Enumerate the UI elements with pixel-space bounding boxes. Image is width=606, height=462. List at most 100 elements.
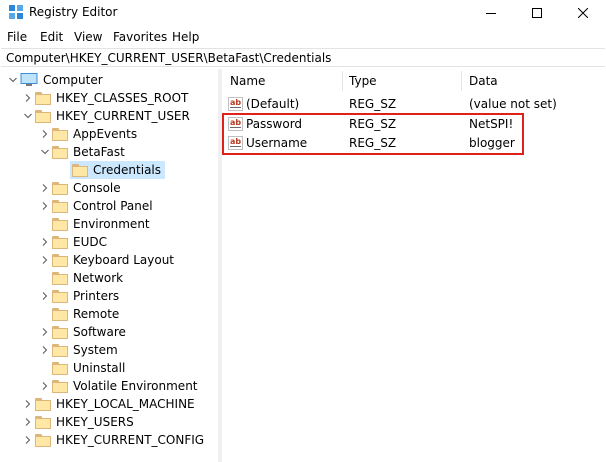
menu-file[interactable]: File (7, 30, 27, 44)
column-divider[interactable] (461, 71, 462, 91)
tree-node-printers[interactable]: Printers (38, 287, 119, 305)
folder-icon (52, 217, 68, 231)
maximize-button[interactable] (514, 0, 560, 26)
value-type: REG_SZ (349, 136, 397, 150)
menu-favorites[interactable]: Favorites (113, 30, 167, 44)
tree-node-hkey-current-user[interactable]: HKEY_CURRENT_USER (21, 107, 190, 125)
chevron-down-icon[interactable] (6, 71, 20, 89)
title-bar: Registry Editor (0, 0, 606, 26)
chevron-right-icon[interactable] (38, 287, 52, 305)
tree-label: Software (73, 325, 126, 339)
column-header-type[interactable]: Type (349, 69, 461, 93)
chevron-right-icon[interactable] (38, 179, 52, 197)
folder-icon (52, 199, 68, 213)
tree-node-console[interactable]: Console (38, 179, 121, 197)
chevron-right-icon[interactable] (38, 251, 52, 269)
menu-bar: File Edit View Favorites Help (0, 27, 606, 47)
folder-icon (35, 415, 51, 429)
value-row-default[interactable]: ab (Default) REG_SZ (value not set) (222, 95, 606, 113)
tree-node-uninstall[interactable]: Uninstall (38, 359, 125, 377)
folder-icon (52, 253, 68, 267)
tree-node-hkey-classes-root[interactable]: HKEY_CLASSES_ROOT (21, 89, 188, 107)
string-value-icon: ab (228, 117, 243, 131)
tree-label: Computer (43, 73, 103, 87)
registry-editor-icon (9, 5, 23, 19)
tree-node-hkey-users[interactable]: HKEY_USERS (21, 413, 134, 431)
tree-label: Console (73, 181, 121, 195)
value-row-username[interactable]: ab Username REG_SZ blogger (222, 134, 606, 152)
value-type: REG_SZ (349, 97, 397, 111)
column-divider[interactable] (342, 71, 343, 91)
tree-node-network[interactable]: Network (38, 269, 123, 287)
folder-icon (72, 163, 88, 177)
tree-node-appevents[interactable]: AppEvents (38, 125, 137, 143)
column-header-name[interactable]: Name (230, 69, 342, 93)
tree-label: Volatile Environment (73, 379, 198, 393)
chevron-right-icon[interactable] (38, 323, 52, 341)
column-header-data[interactable]: Data (469, 69, 599, 93)
maximize-icon (532, 8, 542, 18)
chevron-right-icon[interactable] (21, 431, 35, 449)
tree-label: EUDC (73, 235, 107, 249)
chevron-right-icon[interactable] (38, 341, 52, 359)
tree-node-volatile-environment[interactable]: Volatile Environment (38, 377, 198, 395)
values-list[interactable]: Name Type Data ab (Default) REG_SZ (valu… (222, 69, 606, 462)
tree-label: HKEY_LOCAL_MACHINE (56, 397, 195, 411)
tree-label: Remote (73, 307, 120, 321)
tree-label: Keyboard Layout (73, 253, 175, 267)
string-value-icon: ab (228, 97, 243, 111)
close-button[interactable] (560, 0, 606, 26)
folder-icon (35, 397, 51, 411)
tree-label: System (73, 343, 118, 357)
chevron-down-icon[interactable] (21, 107, 35, 125)
chevron-right-icon[interactable] (21, 413, 35, 431)
close-icon (578, 8, 588, 18)
address-bar[interactable]: Computer\HKEY_CURRENT_USER\BetaFast\Cred… (1, 48, 605, 67)
tree-node-remote[interactable]: Remote (38, 305, 119, 323)
value-name: Password (246, 117, 303, 131)
folder-icon (35, 109, 51, 123)
menu-edit[interactable]: Edit (40, 30, 63, 44)
menu-view[interactable]: View (74, 30, 102, 44)
tree-node-system[interactable]: System (38, 341, 118, 359)
menu-help[interactable]: Help (172, 30, 199, 44)
tree-label: Network (73, 271, 124, 285)
value-data: blogger (469, 136, 515, 150)
folder-icon (52, 235, 68, 249)
tree-node-hkey-local-machine[interactable]: HKEY_LOCAL_MACHINE (21, 395, 195, 413)
tree-node-keyboard-layout[interactable]: Keyboard Layout (38, 251, 174, 269)
chevron-right-icon[interactable] (38, 377, 52, 395)
tree-node-eudc[interactable]: EUDC (38, 233, 107, 251)
tree-node-hkey-current-config[interactable]: HKEY_CURRENT_CONFIG (21, 431, 204, 449)
chevron-right-icon[interactable] (38, 197, 52, 215)
value-data: NetSPI! (469, 117, 514, 131)
chevron-right-icon[interactable] (38, 125, 52, 143)
tree-node-environment[interactable]: Environment (38, 215, 150, 233)
tree-label: AppEvents (73, 127, 138, 141)
string-value-icon: ab (228, 136, 243, 150)
tree-node-computer[interactable]: Computer (6, 71, 103, 89)
chevron-right-icon[interactable] (38, 233, 52, 251)
tree-node-software[interactable]: Software (38, 323, 126, 341)
value-row-password[interactable]: ab Password REG_SZ NetSPI! (222, 115, 606, 133)
tree-label: HKEY_CLASSES_ROOT (56, 91, 189, 105)
folder-icon (35, 91, 51, 105)
folder-icon (52, 289, 68, 303)
minimize-button[interactable] (468, 0, 514, 26)
value-name: Username (246, 136, 308, 150)
tree-node-betafast[interactable]: BetaFast (38, 143, 125, 161)
tree-node-credentials[interactable]: Credentials (70, 161, 166, 179)
value-name: (Default) (246, 97, 300, 111)
tree-label: BetaFast (73, 145, 125, 159)
folder-icon (52, 361, 68, 375)
tree-label: Credentials (93, 163, 162, 177)
chevron-down-icon[interactable] (38, 143, 52, 161)
tree-pane[interactable]: Computer HKEY_CLASSES_ROOT HKEY_CURRENT_… (0, 69, 218, 462)
chevron-right-icon[interactable] (21, 89, 35, 107)
tree-label: Environment (73, 217, 150, 231)
tree-node-control-panel[interactable]: Control Panel (38, 197, 153, 215)
chevron-right-icon[interactable] (21, 395, 35, 413)
folder-icon (52, 325, 68, 339)
address-path: Computer\HKEY_CURRENT_USER\BetaFast\Cred… (6, 51, 332, 65)
folder-icon (52, 145, 68, 159)
